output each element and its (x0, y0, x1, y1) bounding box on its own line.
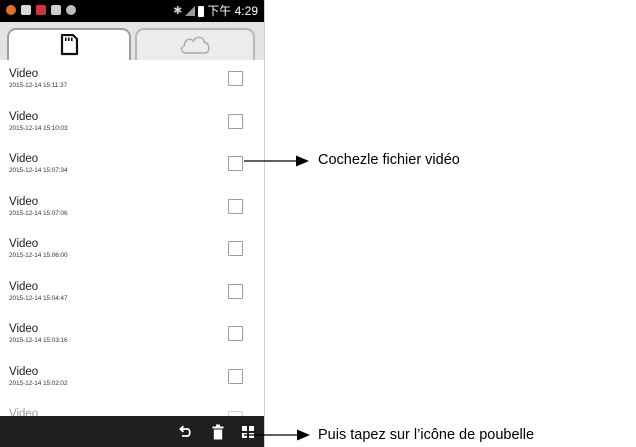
arrow-head-trash (297, 429, 310, 441)
annotation-arrows (244, 155, 310, 441)
arrow-head-checkbox (296, 155, 309, 167)
annotation-tap-trash: Puis tapez sur l’icône de poubelle (318, 427, 535, 443)
annotation-check-file: Cochezle fichier vidéo (318, 152, 460, 168)
